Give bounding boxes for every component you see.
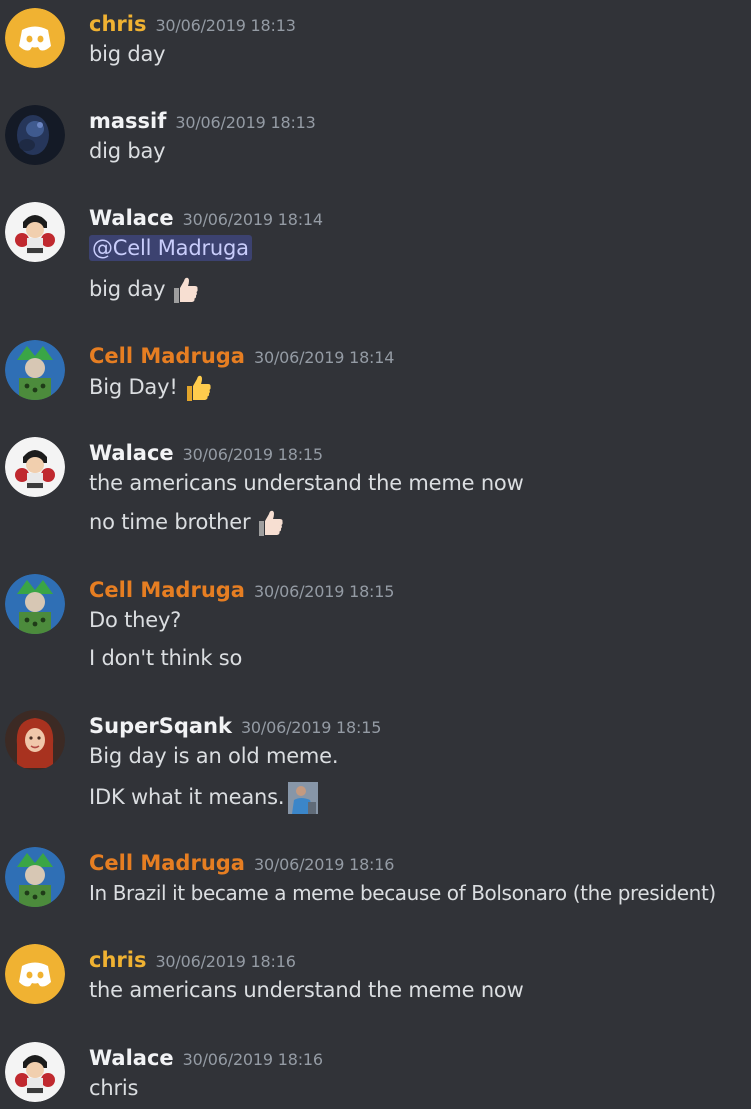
timestamp: 30/06/2019 18:16 bbox=[253, 855, 395, 874]
avatar[interactable] bbox=[5, 437, 65, 497]
timestamp: 30/06/2019 18:16 bbox=[155, 952, 296, 971]
message-text: the americans understand the meme now bbox=[89, 978, 524, 1002]
message-text: @Cell Madruga bbox=[89, 234, 252, 262]
author-name[interactable]: Cell Madruga bbox=[89, 851, 245, 875]
avatar[interactable] bbox=[5, 847, 65, 907]
message-text: chris bbox=[89, 1076, 139, 1100]
user-mention[interactable]: @Cell Madruga bbox=[89, 235, 252, 261]
message-text-content: Big Day! bbox=[89, 375, 178, 399]
timestamp: 30/06/2019 18:13 bbox=[155, 16, 296, 35]
avatar[interactable] bbox=[5, 105, 65, 165]
message-text: dig bay bbox=[89, 139, 166, 163]
message-text: Big day is an old meme. bbox=[89, 744, 339, 768]
message-header: massif 30/06/2019 18:13 bbox=[89, 107, 316, 135]
timestamp: 30/06/2019 18:15 bbox=[240, 718, 382, 737]
timestamp: 30/06/2019 18:13 bbox=[175, 113, 316, 132]
thumbs-up-icon bbox=[182, 372, 214, 404]
message-text: big day bbox=[89, 42, 166, 66]
chat-messages: chris 30/06/2019 18:13 big day massif 30/0… bbox=[0, 0, 751, 1109]
author-name[interactable]: SuperSqank bbox=[89, 714, 232, 738]
message-text-content: IDK what it means. bbox=[89, 785, 285, 809]
red-hair-avatar bbox=[5, 710, 65, 770]
message-header: Walace 30/06/2019 18:15 bbox=[89, 439, 323, 467]
dark-portrait-avatar bbox=[5, 105, 65, 165]
thumbs-up-icon bbox=[169, 274, 201, 306]
message-header: chris 30/06/2019 18:16 bbox=[89, 946, 296, 974]
avatar[interactable] bbox=[5, 202, 65, 262]
avatar[interactable] bbox=[5, 8, 65, 68]
message-text-content: no time brother bbox=[89, 510, 251, 534]
message-header: chris 30/06/2019 18:13 bbox=[89, 10, 296, 38]
author-name[interactable]: Cell Madruga bbox=[89, 344, 245, 368]
avatar[interactable] bbox=[5, 944, 65, 1004]
author-name[interactable]: Walace bbox=[89, 206, 174, 230]
cell-character-avatar bbox=[5, 340, 65, 400]
thumbs-up-icon bbox=[254, 507, 286, 539]
message-text: big day bbox=[89, 274, 201, 303]
boxer-avatar bbox=[5, 202, 65, 262]
avatar[interactable] bbox=[5, 1042, 65, 1102]
timestamp: 30/06/2019 18:15 bbox=[182, 445, 323, 464]
message-text: Big Day! bbox=[89, 372, 214, 401]
message-header: Walace 30/06/2019 18:16 bbox=[89, 1044, 323, 1072]
author-name[interactable]: Walace bbox=[89, 1046, 174, 1070]
timestamp: 30/06/2019 18:16 bbox=[182, 1050, 323, 1069]
boxer-avatar bbox=[5, 437, 65, 497]
message-text: IDK what it means. bbox=[89, 782, 319, 814]
author-name[interactable]: chris bbox=[89, 12, 146, 36]
author-name[interactable]: Cell Madruga bbox=[89, 578, 245, 602]
message-header: Cell Madruga 30/06/2019 18:15 bbox=[89, 576, 394, 604]
message-text: the americans understand the meme now bbox=[89, 471, 524, 495]
message-header: Walace 30/06/2019 18:14 bbox=[89, 204, 323, 232]
custom-person-emoji-icon bbox=[288, 782, 319, 814]
author-name[interactable]: massif bbox=[89, 109, 166, 133]
message-header: SuperSqank 30/06/2019 18:15 bbox=[89, 712, 381, 740]
avatar[interactable] bbox=[5, 574, 65, 634]
message-text: no time brother bbox=[89, 507, 286, 536]
message-header: Cell Madruga 30/06/2019 18:14 bbox=[89, 342, 394, 370]
author-name[interactable]: chris bbox=[89, 948, 146, 972]
author-name[interactable]: Walace bbox=[89, 441, 174, 465]
timestamp: 30/06/2019 18:15 bbox=[253, 582, 395, 601]
message-text-content: big day bbox=[89, 277, 166, 301]
timestamp: 30/06/2019 18:14 bbox=[182, 210, 323, 229]
message-text: I don't think so bbox=[89, 646, 243, 670]
avatar[interactable] bbox=[5, 710, 65, 770]
cell-character-avatar bbox=[5, 574, 65, 634]
message-header: Cell Madruga 30/06/2019 18:16 bbox=[89, 849, 394, 877]
boxer-avatar bbox=[5, 1042, 65, 1102]
avatar[interactable] bbox=[5, 340, 65, 400]
cell-character-avatar bbox=[5, 847, 65, 907]
message-text: In Brazil it became a meme because of Bo… bbox=[89, 881, 716, 905]
discord-logo-icon bbox=[5, 944, 65, 1004]
discord-logo-icon bbox=[5, 8, 65, 68]
timestamp: 30/06/2019 18:14 bbox=[253, 348, 395, 367]
message-text: Do they? bbox=[89, 608, 182, 632]
